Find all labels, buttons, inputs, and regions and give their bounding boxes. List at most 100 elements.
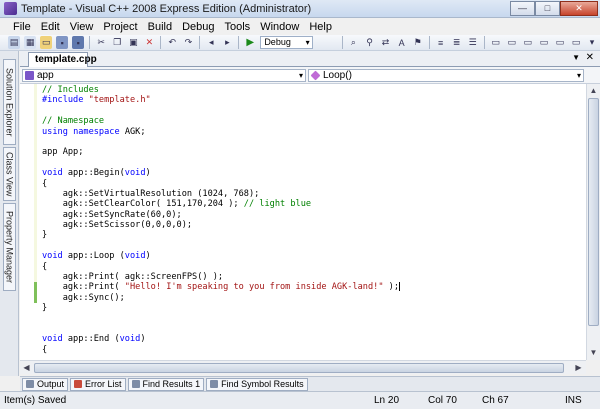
outdent-icon[interactable]: ≡	[435, 36, 447, 49]
paste-icon[interactable]: ▣	[127, 36, 139, 49]
tab-solution-explorer[interactable]: Solution Explorer	[3, 59, 16, 145]
code-line: agk::SetClearColor( 151,170,204 ); // li…	[42, 199, 400, 209]
comment-icon[interactable]: ☰	[467, 36, 479, 49]
tab-error-list[interactable]: Error List	[70, 377, 126, 391]
code-token: void	[124, 251, 146, 262]
standard-toolbar: ▤ ▦ ▭ ▪ ▪ ✂ ❐ ▣ ✕ ↶ ↷ ◂ ▸ ▶ Debug ⌕ ⚲ ⇄ …	[0, 35, 600, 51]
delete-icon[interactable]: ✕	[143, 36, 155, 49]
method-icon	[310, 70, 321, 81]
menu-help[interactable]: Help	[304, 21, 337, 33]
code-line: {	[42, 345, 400, 355]
code-token: // Includes	[42, 85, 99, 95]
save-all-icon[interactable]: ▪	[72, 36, 85, 49]
find-icon[interactable]: ⚲	[363, 36, 375, 49]
find-symbol-icon	[210, 380, 219, 388]
object-browser-icon[interactable]: ▭	[554, 36, 566, 49]
toolbar-separator	[199, 36, 201, 49]
nav-back-icon[interactable]: ◂	[205, 36, 217, 49]
code-token: app::Loop (	[62, 251, 125, 262]
toolbar-options-icon[interactable]: ▾	[586, 36, 598, 49]
nav-forward-icon[interactable]: ▸	[221, 36, 233, 49]
tab-output[interactable]: Output	[22, 377, 69, 391]
new-project-icon[interactable]: ▤	[8, 36, 21, 49]
code-token: app::End (	[62, 334, 120, 345]
tab-find-results-1[interactable]: Find Results 1	[127, 377, 205, 391]
scroll-right-icon[interactable]: ▶	[572, 361, 585, 374]
tab-find-symbol-results[interactable]: Find Symbol Results	[206, 377, 308, 391]
solution-explorer-icon[interactable]: ▭	[490, 36, 502, 49]
close-document-icon[interactable]: ✕	[586, 52, 594, 63]
minimize-button[interactable]: —	[510, 1, 535, 16]
code-editor[interactable]: // Includes #include "template.h" // Names…	[20, 84, 600, 360]
code-line: agk::SetSyncRate(60,0);	[42, 210, 400, 220]
close-button[interactable]: ✕	[560, 1, 598, 16]
scroll-up-icon[interactable]: ▲	[587, 84, 600, 97]
save-icon[interactable]: ▪	[56, 36, 69, 49]
code-line: agk::Sync();	[42, 293, 400, 303]
code-line: agk::SetVirtualResolution (1024, 768);	[42, 189, 400, 199]
scroll-down-icon[interactable]: ▼	[587, 346, 600, 359]
menu-edit[interactable]: Edit	[36, 21, 65, 33]
indent-icon[interactable]: ≣	[451, 36, 463, 49]
code-token: {	[42, 344, 48, 355]
code-token: agk::SetSyncRate(60,0);	[42, 209, 182, 220]
code-token: // light blue	[243, 199, 312, 210]
tab-template-cpp[interactable]: template.cpp	[28, 52, 97, 67]
vertical-scroll-thumb[interactable]	[588, 98, 599, 326]
code-token: {	[42, 178, 48, 189]
document-tab-strip: template.cpp ▼ ✕	[20, 51, 600, 67]
toolbar-separator	[238, 36, 240, 49]
menu-build[interactable]: Build	[143, 21, 177, 33]
horizontal-scrollbar[interactable]: ◀ ▶	[20, 360, 586, 374]
copy-icon[interactable]: ❐	[111, 36, 123, 49]
code-token: void	[119, 334, 141, 345]
member-select[interactable]: Loop()	[308, 69, 584, 82]
status-line: Ln 20	[374, 395, 400, 406]
bottom-tool-tabs: Output Error List Find Results 1 Find Sy…	[20, 376, 600, 391]
code-token: app App;	[42, 147, 84, 158]
maximize-button[interactable]: □	[535, 1, 560, 16]
vertical-scrollbar[interactable]: ▲ ▼	[586, 84, 600, 360]
window-title: Template - Visual C++ 2008 Express Editi…	[21, 2, 312, 15]
toolbox-icon[interactable]: ▭	[522, 36, 534, 49]
font-icon[interactable]: A	[396, 36, 408, 49]
code-token: );	[383, 282, 400, 293]
cut-icon[interactable]: ✂	[95, 36, 107, 49]
code-token: }	[42, 230, 48, 241]
start-page-icon[interactable]: ▭	[570, 36, 582, 49]
menu-project[interactable]: Project	[98, 21, 142, 33]
menu-tools[interactable]: Tools	[220, 21, 256, 33]
open-file-icon[interactable]: ▭	[40, 36, 53, 49]
menu-file[interactable]: File	[8, 21, 36, 33]
replace-icon[interactable]: ⇄	[380, 36, 392, 49]
solution-configuration-select[interactable]: Debug	[260, 36, 313, 49]
text-caret	[399, 282, 401, 292]
code-token: "template.h"	[83, 95, 151, 106]
code-line: agk::SetScissor(0,0,0,0);	[42, 220, 400, 230]
tab-property-manager[interactable]: Property Manager	[3, 203, 16, 291]
title-bar: Template - Visual C++ 2008 Express Editi…	[0, 0, 600, 18]
add-item-icon[interactable]: ▦	[24, 36, 37, 49]
properties-icon[interactable]: ▭	[506, 36, 518, 49]
toolbar-separator	[428, 36, 430, 49]
scope-select[interactable]: app	[22, 69, 306, 82]
bookmark-icon[interactable]: ⚑	[412, 36, 424, 49]
code-line: #include "template.h"	[42, 95, 400, 105]
left-dock: Solution Explorer Class View Property Ma…	[0, 51, 19, 376]
navigation-bar: app Loop()	[20, 67, 600, 84]
undo-icon[interactable]: ↶	[166, 36, 178, 49]
class-view-icon[interactable]: ▭	[538, 36, 550, 49]
menu-view[interactable]: View	[65, 21, 99, 33]
menu-debug[interactable]: Debug	[177, 21, 219, 33]
scroll-left-icon[interactable]: ◀	[20, 361, 33, 374]
active-files-dropdown-icon[interactable]: ▼	[572, 53, 580, 62]
start-debugging-icon[interactable]: ▶	[244, 36, 256, 49]
code-token: AGK;	[119, 126, 146, 137]
find-in-files-icon[interactable]: ⌕	[347, 36, 359, 49]
tab-class-view[interactable]: Class View	[3, 147, 16, 201]
horizontal-scroll-thumb[interactable]	[34, 363, 564, 373]
redo-icon[interactable]: ↷	[182, 36, 194, 49]
menu-window[interactable]: Window	[255, 21, 304, 33]
